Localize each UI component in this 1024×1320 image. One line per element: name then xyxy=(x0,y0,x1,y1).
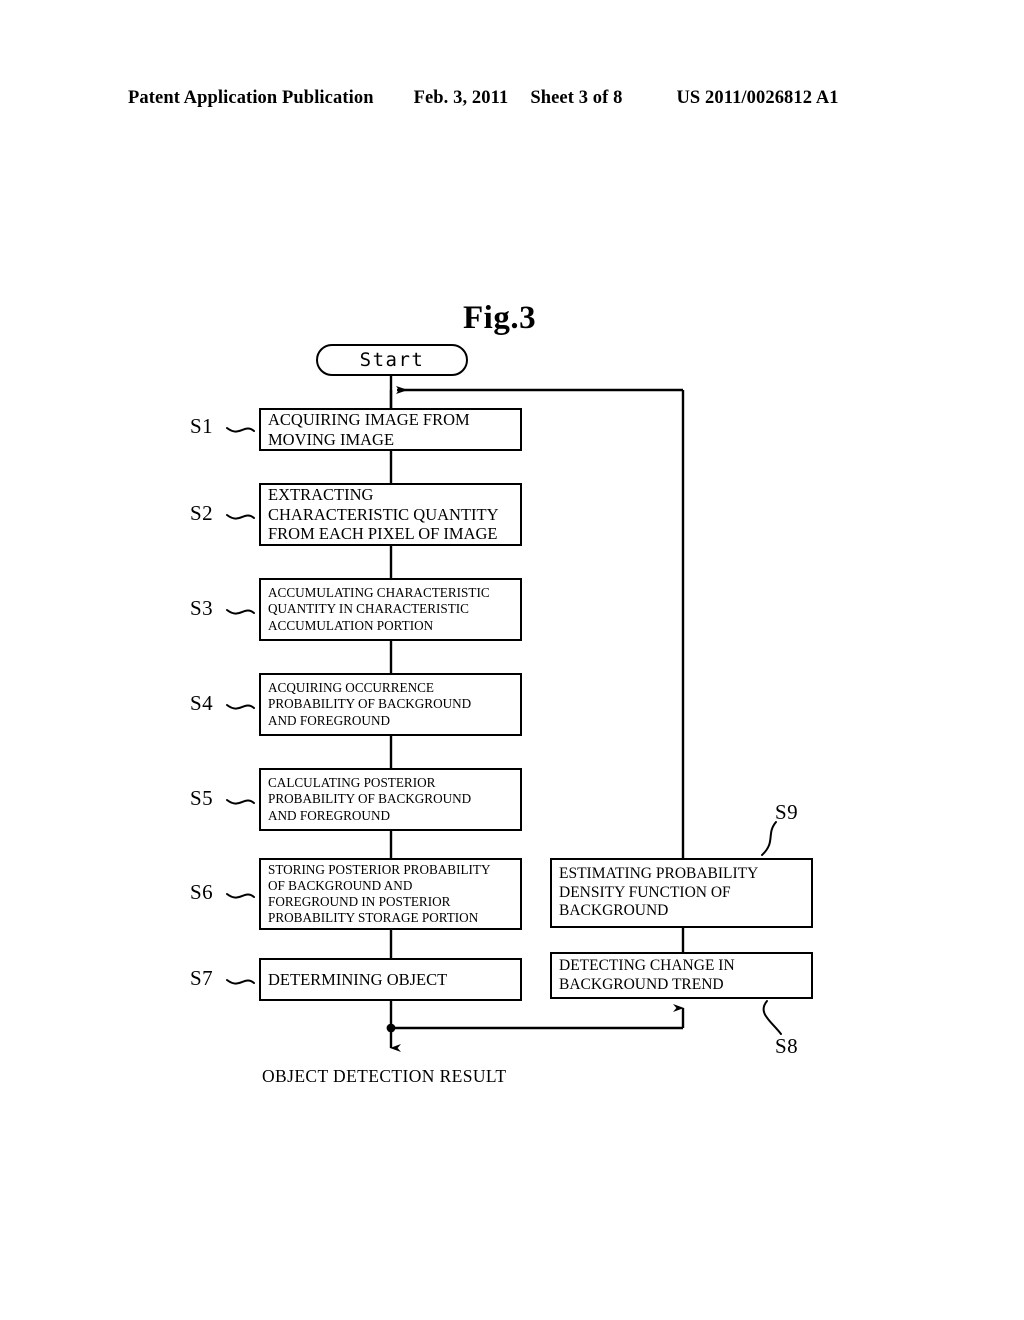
s3-line-1: ACCUMULATING CHARACTERISTIC xyxy=(268,585,490,601)
s4-line-3: AND FOREGROUND xyxy=(268,712,390,728)
s9-line-3: BACKGROUND xyxy=(559,902,669,920)
s7-line-1: DETERMINING OBJECT xyxy=(268,969,448,989)
leader-s9 xyxy=(761,821,777,856)
s1-line-2: MOVING IMAGE xyxy=(268,429,395,449)
s4-line-2: PROBABILITY OF BACKGROUND xyxy=(268,696,472,712)
step-label-s4: S4 xyxy=(190,691,214,715)
leader-s3 xyxy=(226,609,255,615)
s5-line-1: CALCULATING POSTERIOR xyxy=(268,775,436,791)
s4-line-1: ACQUIRING OCCURRENCE xyxy=(268,680,434,696)
s2-line-3: FROM EACH PIXEL OF IMAGE xyxy=(268,524,498,544)
flowchart-connectors xyxy=(226,374,782,1052)
step-label-s6: S6 xyxy=(190,880,214,904)
step-label-s7: S7 xyxy=(190,966,214,990)
s8-line-1: DETECTING CHANGE IN xyxy=(559,957,735,974)
flow-node-s6[interactable]: STORING POSTERIOR PROBABILITY OF BACKGRO… xyxy=(259,858,522,930)
s6-line-4: PROBABILITY STORAGE PORTION xyxy=(268,910,479,926)
step-label-s3: S3 xyxy=(190,596,214,620)
leader-s8 xyxy=(762,1000,782,1035)
step-label-s2: S2 xyxy=(190,501,214,525)
s9-line-2: DENSITY FUNCTION OF xyxy=(559,883,731,901)
leader-s1 xyxy=(226,427,255,433)
branch-junction-dot xyxy=(386,1023,396,1033)
flow-node-s9[interactable]: ESTIMATING PROBABILITY DENSITY FUNCTION … xyxy=(550,858,813,928)
flow-node-s3[interactable]: ACCUMULATING CHARACTERISTIC QUANTITY IN … xyxy=(259,578,522,641)
leader-s2 xyxy=(226,514,255,520)
step-label-s8: S8 xyxy=(775,1034,799,1058)
s2-line-2: CHARACTERISTIC QUANTITY xyxy=(268,504,499,524)
s5-line-2: PROBABILITY OF BACKGROUND xyxy=(268,791,472,807)
s3-line-2: QUANTITY IN CHARACTERISTIC xyxy=(268,601,469,617)
flow-node-s7[interactable]: DETERMINING OBJECT xyxy=(259,958,522,1001)
start-label: Start xyxy=(359,349,425,371)
step-label-s9: S9 xyxy=(775,800,799,824)
s3-line-3: ACCUMULATION PORTION xyxy=(268,617,434,633)
s6-line-2: OF BACKGROUND AND xyxy=(268,877,413,893)
flow-node-s5[interactable]: CALCULATING POSTERIOR PROBABILITY OF BAC… xyxy=(259,768,522,831)
leader-s4 xyxy=(226,704,255,710)
s6-line-1: STORING POSTERIOR PROBABILITY xyxy=(268,861,491,877)
flow-node-s8[interactable]: DETECTING CHANGE IN BACKGROUND TREND xyxy=(550,952,813,999)
flow-node-s4[interactable]: ACQUIRING OCCURRENCE PROBABILITY OF BACK… xyxy=(259,673,522,736)
s9-line-1: ESTIMATING PROBABILITY xyxy=(559,865,759,883)
s6-line-3: FOREGROUND IN POSTERIOR xyxy=(268,894,451,909)
flowchart-diagram: Start S1 ACQUIRING IMAGE FROM MOVING IMA… xyxy=(0,0,1024,1320)
s5-line-3: AND FOREGROUND xyxy=(268,807,390,823)
step-label-s1: S1 xyxy=(190,414,214,438)
s2-line-1: EXTRACTING xyxy=(268,485,374,505)
step-label-s5: S5 xyxy=(190,786,214,810)
flow-node-start[interactable]: Start xyxy=(316,344,468,376)
leader-s6 xyxy=(226,893,255,899)
flow-node-s1[interactable]: ACQUIRING IMAGE FROM MOVING IMAGE xyxy=(259,408,522,451)
s8-line-2: BACKGROUND TREND xyxy=(559,975,724,993)
leader-s5 xyxy=(226,799,255,805)
flow-node-s2[interactable]: EXTRACTING CHARACTERISTIC QUANTITY FROM … xyxy=(259,483,522,546)
leader-s7 xyxy=(226,979,255,985)
object-detection-result-caption: OBJECT DETECTION RESULT xyxy=(262,1066,507,1086)
s1-line-1: ACQUIRING IMAGE FROM xyxy=(268,410,470,429)
